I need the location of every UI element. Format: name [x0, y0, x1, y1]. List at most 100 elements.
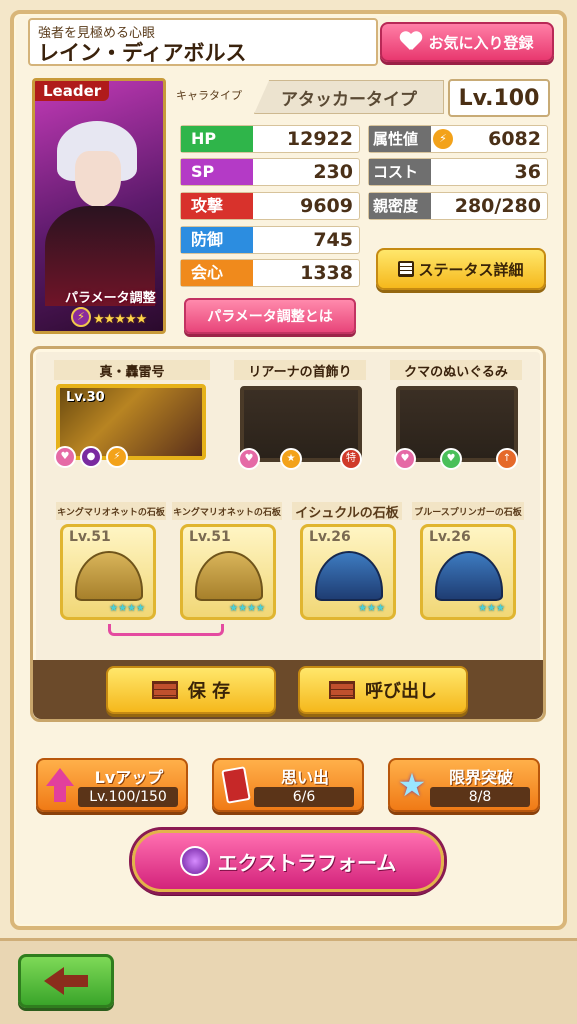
param-about-label: パラメータ調整とは	[207, 309, 333, 325]
stat-value: 12922	[286, 128, 353, 150]
heart-icon: ♥	[54, 446, 76, 468]
memory-title: 思い出	[280, 768, 329, 787]
special-icon: 特	[340, 448, 362, 470]
stat-label: コスト	[369, 159, 431, 185]
item-slot[interactable]: ♥ ♥ ↑	[394, 386, 518, 470]
level-up-title: Lvアップ	[94, 768, 164, 787]
character-subtitle: 強者を見極める心眼	[38, 26, 156, 41]
status-detail-label: ステータス詳細	[418, 260, 524, 279]
memory-card-icon	[220, 766, 252, 804]
stat-sp: SP 230	[180, 158, 360, 186]
stat-label: 属性値	[369, 126, 431, 152]
rarity-stars: ★★★★★	[93, 312, 147, 327]
stat-value: 9609	[300, 195, 353, 217]
param-about-button[interactable]: パラメータ調整とは	[184, 298, 356, 334]
chara-type-label: キャラタイプ	[176, 89, 242, 102]
stone-stars: ★★★	[358, 603, 385, 614]
weapon-level: Lv.30	[66, 390, 105, 405]
character-name: レイン・ディアボルス	[38, 41, 247, 65]
extra-form-button[interactable]: エクストラフォーム	[132, 830, 444, 892]
star-icon: ★	[280, 448, 302, 470]
level-up-value: Lv.100/150	[78, 787, 178, 807]
stone-slot-2[interactable]: Lv.51 ★★★★	[180, 524, 276, 620]
list-icon	[398, 261, 415, 277]
load-label: 呼び出し	[365, 681, 437, 702]
weapon-name: 真・轟雷号	[54, 360, 210, 380]
stat-value: 1338	[300, 262, 353, 284]
heart-icon	[400, 32, 422, 52]
heart-icon: ♥	[238, 448, 260, 470]
item-name: クマのぬいぐるみ	[390, 360, 522, 380]
stat-value: 280/280	[454, 195, 541, 217]
stone-name: キングマリオネットの石板	[172, 502, 282, 520]
stone-slot-1[interactable]: Lv.51 ★★★★	[60, 524, 156, 620]
heal-icon: ♥	[440, 448, 462, 470]
stat-attribute-value: 属性値 ⚡ 6082	[368, 125, 548, 153]
extra-form-label: エクストラフォーム	[217, 850, 397, 875]
back-arrow-icon	[44, 967, 64, 995]
stone-level: Lv.51	[189, 529, 231, 545]
accessory-slot[interactable]: ♥ ★ 特	[238, 386, 362, 470]
stat-label: 攻撃	[181, 193, 253, 219]
stone-fan-icon	[315, 551, 383, 601]
character-face	[75, 151, 121, 207]
save-icon	[151, 681, 178, 699]
stone-name: ブルースプリンガーの石板	[412, 502, 524, 520]
stat-value: 6082	[488, 128, 541, 150]
stone-slot-4[interactable]: Lv.26 ★★★	[420, 524, 516, 620]
stat-label: 会心	[181, 260, 253, 286]
stone-slot-3[interactable]: Lv.26 ★★★	[300, 524, 396, 620]
stone-level: Lv.26	[429, 529, 471, 545]
stone-link-indicator	[108, 624, 224, 636]
level-box: Lv.100	[448, 79, 550, 117]
weapon-slot[interactable]: Lv.30 ♥ ● ⚡	[54, 384, 206, 468]
character-title-box: 強者を見極める心眼 レイン・ディアボルス	[28, 18, 378, 66]
stat-intimacy: 親密度 280/280	[368, 192, 548, 220]
favorite-label: お気に入り登録	[428, 33, 534, 52]
stat-value: 36	[514, 161, 541, 183]
limit-break-button[interactable]: ★ 限界突破 8/8	[388, 758, 540, 812]
favorite-button[interactable]: お気に入り登録	[380, 22, 554, 62]
level-up-arrow-icon	[44, 768, 76, 804]
up-icon: ↑	[496, 448, 518, 470]
stat-cost: コスト 36	[368, 158, 548, 186]
stone-name: キングマリオネットの石板	[56, 502, 166, 520]
stone-level: Lv.26	[309, 529, 351, 545]
stone-stars: ★★★★	[229, 603, 265, 614]
limit-break-value: 8/8	[430, 787, 530, 807]
limit-break-title: 限界突破	[448, 768, 513, 787]
memory-value: 6/6	[254, 787, 354, 807]
stone-fan-icon	[75, 551, 143, 601]
stat-value: 745	[313, 229, 353, 251]
stone-fan-icon	[195, 551, 263, 601]
stat-label: 防御	[181, 227, 253, 253]
stone-level: Lv.51	[69, 529, 111, 545]
chara-type-value: アタッカータイプ	[254, 80, 444, 114]
load-icon	[329, 681, 355, 699]
extra-form-icon	[179, 846, 210, 876]
stone-stars: ★★★	[478, 603, 505, 614]
save-label: 保 存	[187, 681, 231, 702]
stone-name: イシュクルの石板	[292, 502, 402, 521]
stat-value: 230	[313, 161, 353, 183]
limit-break-star-icon: ★	[397, 766, 427, 804]
back-button[interactable]	[18, 954, 114, 1008]
stat-attack: 攻撃 9609	[180, 192, 360, 220]
load-button[interactable]: 呼び出し	[298, 666, 468, 714]
level-up-button[interactable]: Lvアップ Lv.100/150	[36, 758, 188, 812]
stone-fan-icon	[435, 551, 503, 601]
status-detail-button[interactable]: ステータス詳細	[376, 248, 546, 290]
character-portrait[interactable]: Leader パラメータ調整 ⚡ ★★★★★	[32, 78, 166, 334]
orb-icon: ●	[80, 446, 102, 468]
thunder-icon: ⚡	[106, 446, 128, 468]
param-adjust-label: パラメータ調整	[65, 291, 156, 306]
stat-label: HP	[181, 126, 253, 152]
save-button[interactable]: 保 存	[106, 666, 276, 714]
stat-defense: 防御 745	[180, 226, 360, 254]
back-arrow-stem	[62, 975, 88, 987]
memory-button[interactable]: 思い出 6/6	[212, 758, 364, 812]
stone-stars: ★★★★	[109, 603, 145, 614]
accessory-name: リアーナの首飾り	[234, 360, 366, 380]
stat-label: 親密度	[369, 193, 431, 219]
stat-label: SP	[181, 159, 253, 185]
